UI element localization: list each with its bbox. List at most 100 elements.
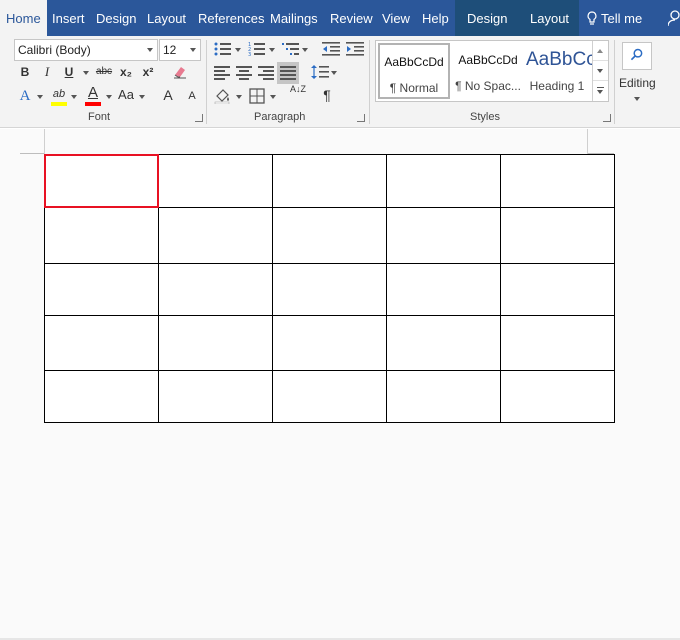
increase-indent-icon[interactable]	[346, 42, 364, 56]
table-cell[interactable]	[158, 370, 273, 423]
table-cell[interactable]	[386, 154, 501, 208]
table-cell[interactable]	[500, 207, 615, 264]
bullets-dropdown-icon[interactable]	[235, 48, 241, 52]
style-sample: AaBbCcDd	[384, 55, 444, 69]
text-effects-dropdown-icon[interactable]	[37, 95, 43, 99]
table-cell[interactable]	[272, 315, 387, 371]
table-cell[interactable]	[386, 207, 501, 264]
style-normal[interactable]: AaBbCcDd ¶ Normal	[378, 43, 450, 99]
decrease-indent-icon[interactable]	[322, 42, 340, 56]
table-cell[interactable]	[158, 315, 273, 371]
table-cell[interactable]	[44, 315, 159, 371]
table-cell[interactable]	[500, 263, 615, 316]
scroll-down-icon[interactable]	[593, 61, 608, 81]
font-dialog-launcher-icon[interactable]	[195, 114, 203, 122]
table-cell[interactable]	[272, 207, 387, 264]
superscript-button[interactable]: x²	[139, 62, 157, 82]
table-cell[interactable]	[386, 370, 501, 423]
align-left-icon[interactable]	[214, 66, 230, 80]
highlight-button[interactable]: ab	[50, 84, 68, 104]
tab-review[interactable]: Review	[330, 0, 373, 36]
font-color-button[interactable]: A	[85, 83, 101, 103]
styles-scrollbar[interactable]	[592, 41, 608, 101]
style-heading-1[interactable]: AaBbCc Heading 1	[522, 43, 592, 99]
sort-button[interactable]: A↓Z	[288, 84, 308, 104]
scroll-up-icon[interactable]	[593, 41, 608, 61]
table-cell[interactable]	[44, 263, 159, 316]
bold-button[interactable]: B	[17, 62, 33, 82]
show-marks-button[interactable]: ¶	[319, 85, 335, 105]
table-cell[interactable]	[158, 207, 273, 264]
font-size-box[interactable]: 12	[159, 39, 201, 61]
table-cell[interactable]	[500, 154, 615, 208]
justify-icon[interactable]	[280, 66, 296, 80]
table-cell[interactable]	[272, 263, 387, 316]
share-person-icon[interactable]	[668, 10, 680, 26]
highlight-dropdown-icon[interactable]	[71, 95, 77, 99]
strikethrough-button[interactable]: abc	[93, 62, 115, 82]
styles-dialog-launcher-icon[interactable]	[603, 114, 611, 122]
ribbon-tab-bar: Home Insert Design Layout References Mai…	[0, 0, 680, 36]
change-case-dropdown-icon[interactable]	[139, 95, 145, 99]
svg-text:3: 3	[248, 52, 251, 56]
bullets-icon[interactable]	[214, 42, 232, 56]
underline-dropdown-icon[interactable]	[83, 71, 89, 75]
borders-dropdown-icon[interactable]	[270, 95, 276, 99]
tab-help[interactable]: Help	[422, 0, 449, 36]
tab-home[interactable]: Home	[0, 0, 47, 36]
grow-font-button[interactable]: A	[160, 85, 176, 105]
tell-me-box[interactable]: Tell me	[587, 0, 642, 36]
numbering-dropdown-icon[interactable]	[269, 48, 275, 52]
chevron-down-icon[interactable]	[147, 48, 153, 52]
table-cell[interactable]	[500, 315, 615, 371]
table-cell[interactable]	[386, 263, 501, 316]
align-right-icon[interactable]	[258, 66, 274, 80]
tab-references[interactable]: References	[198, 0, 264, 36]
multilevel-dropdown-icon[interactable]	[302, 48, 308, 52]
font-color-dropdown-icon[interactable]	[106, 95, 112, 99]
table-cell[interactable]	[44, 207, 159, 264]
table-cell[interactable]	[500, 370, 615, 423]
table-cell[interactable]	[158, 154, 273, 208]
table-cell[interactable]	[386, 315, 501, 371]
subscript-button[interactable]: x₂	[117, 62, 135, 82]
document-canvas[interactable]	[0, 129, 680, 640]
multilevel-list-icon[interactable]	[282, 42, 300, 56]
line-spacing-dropdown-icon[interactable]	[331, 71, 337, 75]
tab-insert[interactable]: Insert	[52, 0, 85, 36]
tab-view[interactable]: View	[382, 0, 410, 36]
shading-dropdown-icon[interactable]	[236, 95, 242, 99]
underline-button[interactable]: U	[61, 62, 77, 82]
table-cell[interactable]	[44, 370, 159, 423]
table-cell[interactable]	[272, 154, 387, 208]
change-case-button[interactable]: Aa	[116, 85, 136, 105]
shrink-font-button[interactable]: A	[184, 86, 200, 106]
editing-button[interactable]: Editing	[617, 38, 657, 108]
tab-layout[interactable]: Layout	[147, 0, 186, 36]
align-center-icon[interactable]	[236, 66, 252, 80]
text-effects-button[interactable]: A	[16, 86, 34, 106]
group-separator	[614, 40, 615, 124]
tab-table-design[interactable]: Design	[467, 0, 507, 36]
table-cell[interactable]	[272, 370, 387, 423]
italic-button[interactable]: I	[39, 62, 55, 82]
clear-formatting-icon[interactable]	[172, 64, 188, 80]
highlight-color-swatch	[51, 102, 67, 106]
tab-table-layout[interactable]: Layout	[530, 0, 569, 36]
word-table[interactable]	[44, 154, 615, 423]
numbering-icon[interactable]: 123	[248, 42, 266, 56]
style-no-spacing[interactable]: AaBbCcDd ¶ No Spac...	[452, 43, 524, 99]
line-spacing-icon[interactable]	[311, 64, 329, 80]
styles-group-label: Styles	[470, 111, 500, 123]
table-row	[44, 370, 615, 423]
shading-icon[interactable]	[214, 88, 232, 104]
tab-mailings[interactable]: Mailings	[270, 0, 318, 36]
chevron-down-icon[interactable]	[190, 48, 196, 52]
table-cell[interactable]	[44, 154, 159, 208]
borders-icon[interactable]	[249, 88, 265, 104]
font-name-box[interactable]: Calibri (Body)	[14, 39, 158, 61]
more-styles-icon[interactable]	[593, 81, 608, 101]
tab-design[interactable]: Design	[96, 0, 136, 36]
table-cell[interactable]	[158, 263, 273, 316]
paragraph-dialog-launcher-icon[interactable]	[357, 114, 365, 122]
